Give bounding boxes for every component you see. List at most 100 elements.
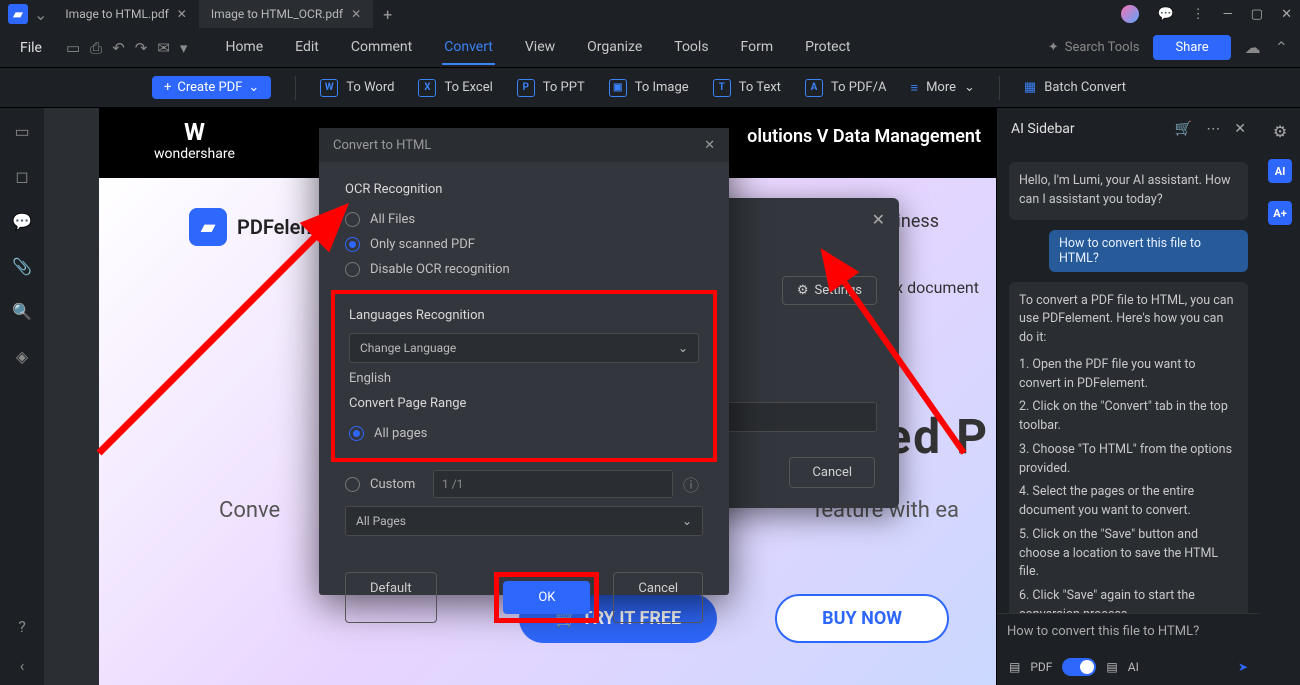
menu-comment[interactable]: Comment [349, 31, 414, 65]
dialog-title: Convert to HTML [333, 138, 431, 153]
sliders-icon[interactable]: ⚙ [1273, 122, 1287, 141]
open-icon[interactable]: ▭ [66, 39, 80, 57]
radio-disable-ocr[interactable]: Disable OCR recognition [345, 257, 703, 282]
minimize-icon[interactable]: — [1223, 7, 1233, 22]
search-icon[interactable]: 🔍 [12, 302, 32, 321]
user-avatar[interactable] [1121, 5, 1139, 23]
info-icon[interactable]: ⓘ [683, 472, 699, 496]
wondershare-logo: Wwondershare [154, 118, 235, 162]
page-text: Conve [219, 498, 280, 523]
ai-input[interactable]: How to convert this file to HTML? [997, 613, 1260, 649]
highlight-box: Languages Recognition Change Language⌄ E… [331, 290, 717, 462]
chat-icon[interactable]: 💬 [1157, 7, 1173, 22]
section-label: Languages Recognition [349, 308, 699, 323]
comment-icon[interactable]: 💬 [12, 212, 32, 231]
close-icon[interactable]: ✕ [177, 7, 187, 21]
help-icon[interactable]: ? [18, 617, 26, 636]
to-ppt-button[interactable]: PTo PPT [517, 79, 585, 97]
file-menu[interactable]: File [12, 36, 50, 60]
page-range-input[interactable] [433, 470, 673, 498]
new-tab-button[interactable]: + [373, 5, 402, 24]
section-label: Convert Page Range [349, 396, 699, 411]
radio-all-files[interactable]: All Files [345, 207, 703, 232]
menu-organize[interactable]: Organize [585, 31, 644, 65]
to-excel-button[interactable]: XTo Excel [418, 79, 492, 97]
ai-icon: ▤ [1106, 660, 1117, 674]
cancel-button[interactable]: Cancel [613, 572, 703, 623]
language-combo[interactable]: Change Language⌄ [349, 333, 699, 363]
batch-convert-button[interactable]: ▦Batch Convert [1024, 80, 1126, 95]
tab-list-icon[interactable]: ⌄ [34, 5, 47, 24]
to-pdfa-button[interactable]: ATo PDF/A [805, 79, 887, 97]
menu-bar: File ▭ ⎙ ↶ ↷ ✉ ▾ Home Edit Comment Conve… [0, 28, 1300, 68]
cloud-icon[interactable]: ☁ [1245, 38, 1261, 57]
cart-icon[interactable]: 🛒 [1175, 121, 1192, 137]
right-rail: ⚙ AI A+ [1260, 108, 1300, 685]
collapse-icon[interactable]: ‹ [20, 656, 25, 675]
default-button[interactable]: Default [345, 572, 437, 623]
left-rail: ▭ ◻ 💬 📎 🔍 ◈ ? ‹ [0, 108, 44, 685]
attachment-icon[interactable]: 📎 [12, 257, 32, 276]
user-message: How to convert this file to HTML? [1049, 230, 1248, 272]
to-word-button[interactable]: WTo Word [320, 79, 394, 97]
close-window-icon[interactable]: ✕ [1281, 7, 1292, 22]
menu-view[interactable]: View [523, 31, 557, 65]
redo-icon[interactable]: ↷ [135, 39, 148, 57]
close-icon[interactable]: ✕ [351, 7, 361, 21]
tab-2[interactable]: Image to HTML_OCR.pdf✕ [199, 0, 373, 28]
menu-tools[interactable]: Tools [672, 31, 710, 65]
tab-1[interactable]: Image to HTML.pdf✕ [53, 0, 198, 28]
ai-sidebar-title: AI Sidebar [1011, 121, 1075, 137]
print-icon[interactable]: ⎙ [90, 39, 102, 57]
menu-form[interactable]: Form [739, 31, 776, 65]
page-text: iness [897, 211, 939, 232]
ai-sidebar: AI Sidebar 🛒 ⋯ ✕ Hello, I'm Lumi, your A… [996, 108, 1260, 685]
layers-icon[interactable]: ◈ [16, 347, 28, 366]
settings-button[interactable]: ⚙Settings [782, 276, 877, 305]
radio-all-pages[interactable]: All pages [349, 421, 699, 446]
cancel-button[interactable]: Cancel [789, 457, 875, 488]
section-label: OCR Recognition [345, 182, 703, 197]
menu-home[interactable]: Home [223, 31, 265, 65]
menu-edit[interactable]: Edit [293, 31, 321, 65]
search-tools[interactable]: ✦Search Tools [1048, 40, 1140, 55]
toolbar: +Create PDF⌄ WTo Word XTo Excel PTo PPT … [0, 68, 1300, 108]
ai-tool-icon-2[interactable]: A+ [1268, 201, 1292, 225]
pdf-icon: ▤ [1009, 660, 1020, 674]
language-value: English [349, 371, 699, 386]
menu-icon[interactable]: ⋮ [1192, 7, 1205, 22]
pdf-toggle[interactable] [1062, 658, 1096, 676]
more-icon[interactable]: ⋯ [1206, 121, 1220, 137]
share-button[interactable]: Share [1153, 35, 1230, 60]
maximize-icon[interactable]: ▢ [1251, 7, 1263, 22]
page-icon[interactable]: ▭ [14, 122, 29, 141]
chevron-down-icon: ⌄ [682, 514, 692, 528]
radio-custom[interactable]: Custom [345, 472, 423, 497]
page-heading: ed P [885, 408, 989, 465]
to-image-button[interactable]: ▣To Image [609, 79, 689, 97]
more-button[interactable]: ≡More⌄ [910, 80, 974, 96]
buy-now-button: BUY NOW [775, 594, 949, 643]
mail-icon[interactable]: ✉ [157, 39, 170, 57]
ai-message: To convert a PDF file to HTML, you can u… [1009, 282, 1248, 614]
bookmark-icon[interactable]: ◻ [15, 167, 28, 186]
close-icon[interactable]: ✕ [704, 138, 715, 153]
ok-button[interactable]: OK [503, 581, 590, 614]
ai-tool-icon[interactable]: AI [1268, 159, 1292, 183]
create-pdf-button[interactable]: +Create PDF⌄ [152, 76, 271, 99]
to-text-button[interactable]: TTo Text [713, 79, 781, 97]
menu-protect[interactable]: Protect [803, 31, 852, 65]
tab-bar: ▰ ⌄ Image to HTML.pdf✕ Image to HTML_OCR… [0, 0, 1300, 28]
radio-scanned-pdf[interactable]: Only scanned PDF [345, 232, 703, 257]
menu-convert[interactable]: Convert [442, 31, 495, 65]
grid-icon: ▦ [1024, 80, 1036, 95]
pages-combo[interactable]: All Pages⌄ [345, 506, 703, 536]
chevron-up-icon[interactable]: ⌃ [1275, 38, 1288, 57]
close-icon[interactable]: ✕ [1234, 121, 1246, 137]
send-icon[interactable]: ➤ [1238, 660, 1248, 674]
dropdown-icon[interactable]: ▾ [180, 39, 188, 57]
convert-dialog: Convert to HTML ✕ OCR Recognition All Fil… [319, 128, 729, 595]
document-area: Wwondershare Vide olutions V Data Manage… [44, 108, 996, 685]
close-icon[interactable]: ✕ [872, 210, 885, 229]
undo-icon[interactable]: ↶ [112, 39, 125, 57]
